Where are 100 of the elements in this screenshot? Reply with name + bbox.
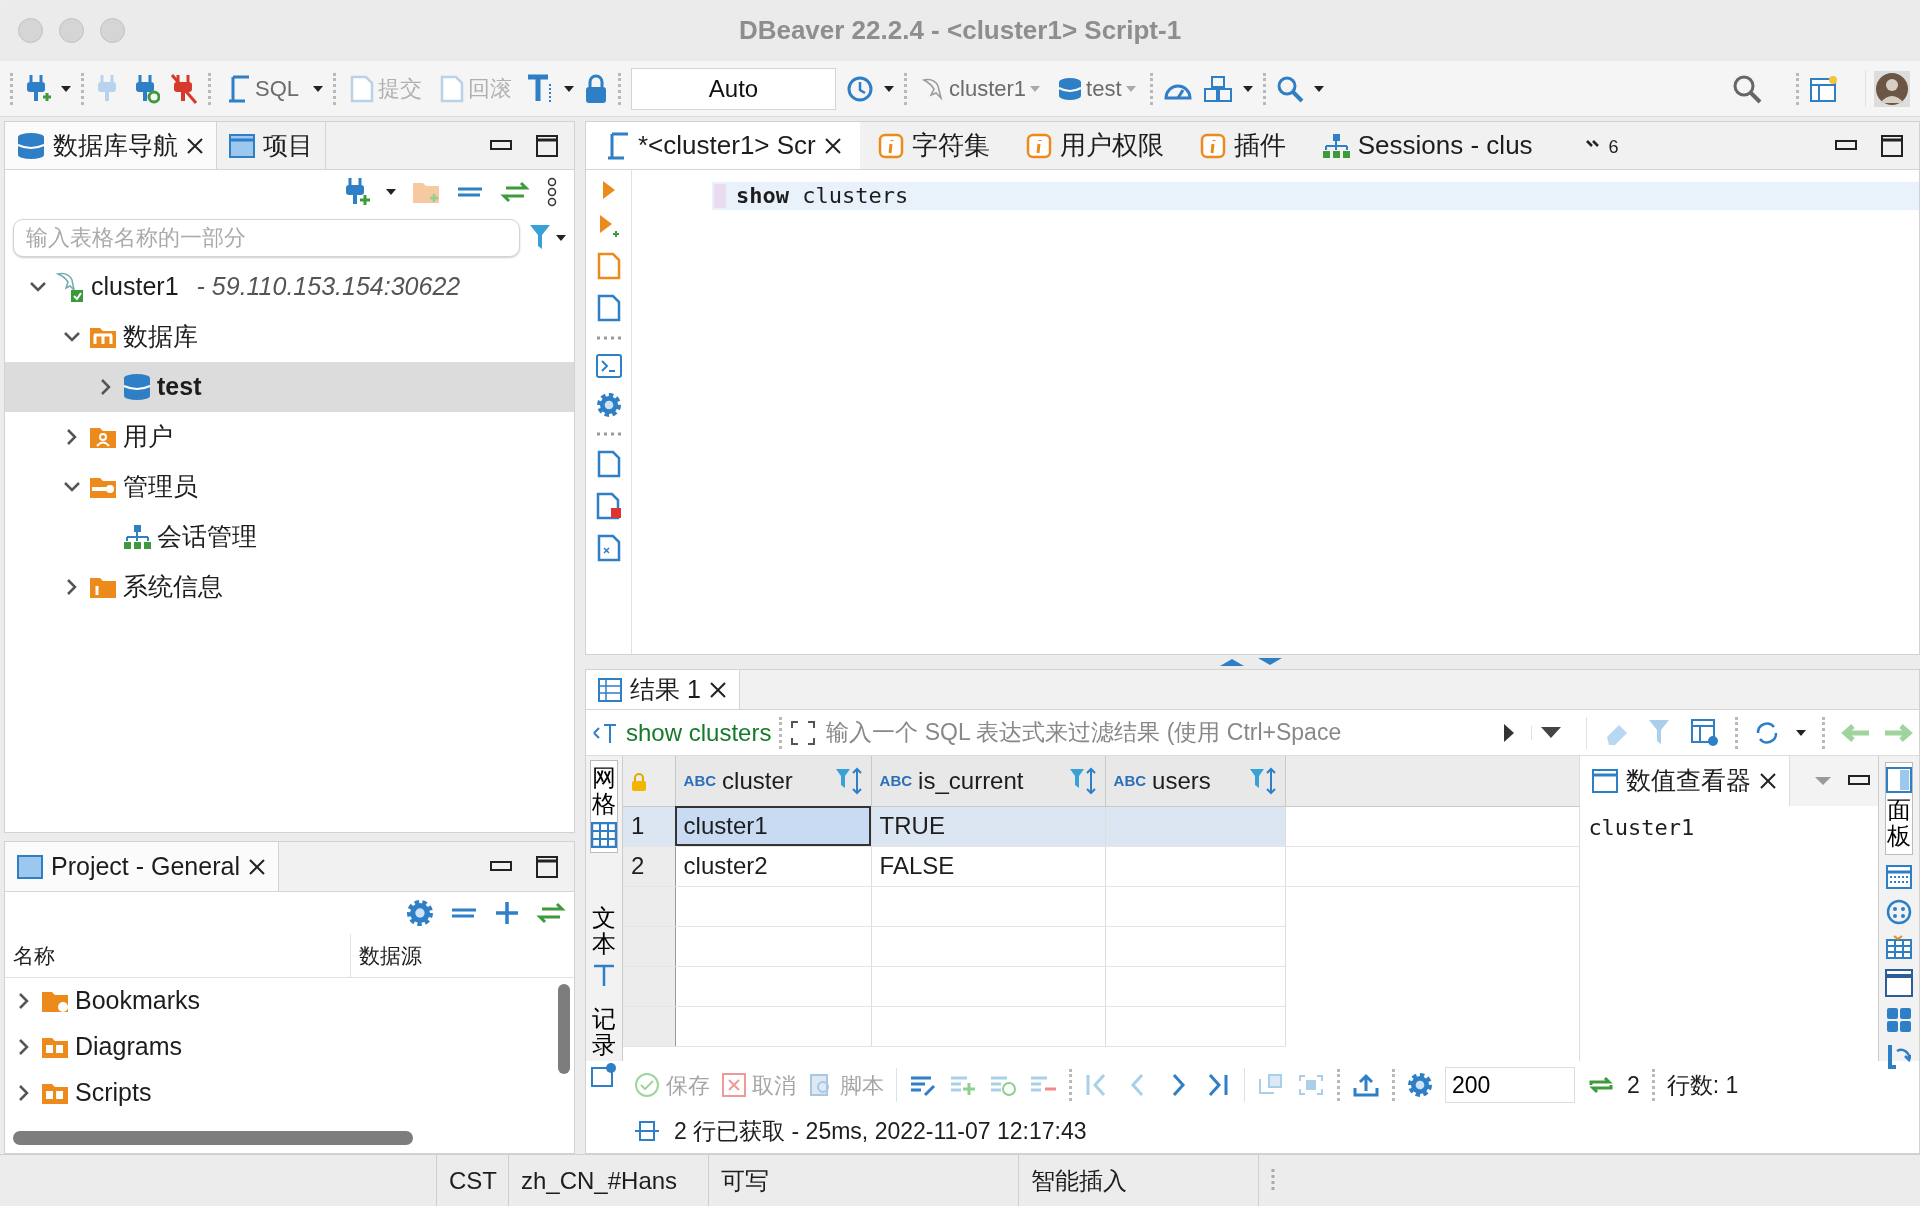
table-layout-icon[interactable] — [1809, 74, 1839, 103]
refresh-icon[interactable] — [1587, 1074, 1615, 1096]
panels-tab[interactable]: 面板 — [1885, 762, 1913, 855]
close-icon[interactable] — [247, 857, 266, 876]
column-header[interactable]: 名称 — [13, 939, 55, 972]
table-filter-field[interactable]: 输入表格名称的一部分 — [13, 219, 520, 257]
minimize-icon[interactable] — [1848, 775, 1870, 787]
variables-file-icon[interactable] — [596, 534, 621, 562]
disconnect-icon[interactable] — [170, 72, 198, 105]
chevron-right-icon[interactable] — [100, 378, 112, 396]
tree-item[interactable]: test — [5, 362, 574, 412]
caret-icon[interactable] — [386, 188, 396, 196]
chevron-down-icon[interactable] — [63, 481, 81, 493]
add-icon[interactable] — [494, 900, 520, 926]
minimize-icon[interactable] — [490, 860, 512, 873]
table-cell[interactable] — [1105, 846, 1286, 886]
connection-selector[interactable]: cluster1 — [917, 70, 1045, 107]
table-icon[interactable] — [1886, 934, 1912, 959]
scrollbar-thumb[interactable] — [558, 984, 570, 1074]
settings-icon[interactable] — [1407, 1072, 1433, 1098]
caret-icon[interactable] — [1242, 84, 1253, 93]
caret-icon[interactable] — [61, 84, 71, 93]
tree-item[interactable]: 数据库 — [5, 312, 574, 362]
execute-file-icon[interactable] — [596, 252, 621, 280]
tree-item[interactable]: cluster1 - 59.110.153.154:30622 — [5, 262, 574, 312]
minimize-icon[interactable] — [490, 139, 512, 152]
table-row[interactable]: 1 cluster1 TRUE — [623, 806, 1580, 846]
tree-item[interactable]: 用户 — [5, 412, 574, 462]
close-icon[interactable] — [708, 680, 727, 699]
run-icon[interactable] — [601, 180, 616, 200]
caret-icon[interactable] — [1796, 728, 1806, 737]
link-arrows-icon[interactable] — [500, 181, 530, 203]
view-tab[interactable]: 文本 — [592, 900, 617, 994]
tree-item[interactable]: Diagrams — [5, 1024, 554, 1070]
export-file-icon[interactable] — [596, 450, 621, 478]
settings-icon[interactable] — [406, 899, 434, 927]
chevron-right-icon[interactable] — [66, 428, 78, 446]
table-cell[interactable]: cluster2 — [675, 846, 872, 886]
run-script-icon[interactable] — [598, 214, 619, 238]
caret-icon[interactable] — [313, 84, 324, 93]
tree-item[interactable]: 会话管理 — [5, 512, 574, 562]
editor-tab[interactable]: *<cluster1> Scr — [586, 122, 860, 169]
chevron-down-icon[interactable] — [29, 281, 47, 293]
lock-icon[interactable] — [584, 73, 609, 104]
maximize-icon[interactable] — [536, 134, 558, 157]
results-tab[interactable]: 结果 1 — [586, 670, 740, 709]
tree-item[interactable]: 管理员 — [5, 462, 574, 512]
scrollbar-thumb[interactable] — [13, 1131, 413, 1145]
chevron-right-icon[interactable] — [18, 992, 30, 1010]
column-header[interactable]: 数据源 — [358, 939, 422, 972]
more-icon[interactable] — [546, 177, 558, 207]
maximize-icon[interactable] — [536, 855, 558, 878]
value-panel-icon[interactable] — [1885, 968, 1913, 997]
navigator-tab[interactable]: 数据库导航 — [5, 122, 217, 169]
settings-icon[interactable] — [595, 392, 622, 418]
error-file-icon[interactable] — [595, 492, 622, 520]
chevron-right-icon[interactable] — [18, 1038, 30, 1056]
value-viewer-tab[interactable]: 数值查看器 — [1580, 756, 1791, 806]
transaction-mode-field[interactable]: Auto — [631, 67, 837, 110]
filter-sort-icon[interactable] — [834, 766, 863, 795]
calendar-grid-icon[interactable] — [1886, 864, 1912, 889]
explain-icon[interactable] — [596, 294, 621, 322]
play-icon[interactable] — [1503, 722, 1515, 743]
minimize-icon[interactable] — [1835, 139, 1857, 152]
database-selector[interactable]: test — [1054, 70, 1140, 107]
terminal-icon[interactable] — [595, 354, 622, 378]
boxes-icon[interactable] — [1202, 74, 1233, 103]
search-icon[interactable] — [1732, 73, 1762, 104]
import-icon[interactable] — [1887, 1042, 1911, 1069]
link-arrows-icon[interactable] — [536, 902, 566, 924]
view-tab[interactable]: 网格 — [590, 760, 619, 853]
export-icon[interactable] — [1352, 1073, 1380, 1097]
collapse-icon[interactable] — [456, 185, 484, 199]
circle-dots-icon[interactable] — [1886, 898, 1912, 925]
query-label[interactable]: show clusters — [626, 714, 772, 751]
tree-item[interactable]: 系统信息 — [5, 562, 574, 612]
caret-icon[interactable] — [564, 84, 575, 93]
close-icon[interactable] — [823, 136, 842, 155]
tree-item[interactable]: Bookmarks — [5, 978, 554, 1024]
filter-sort-icon[interactable] — [1248, 766, 1277, 795]
avatar-icon[interactable] — [1874, 70, 1910, 107]
close-icon[interactable] — [186, 136, 204, 155]
table-cell[interactable]: cluster1 — [675, 806, 872, 846]
caret-icon[interactable] — [1313, 84, 1324, 93]
view-tab[interactable]: 记录 — [591, 1001, 618, 1093]
chevron-right-icon[interactable] — [18, 1084, 30, 1102]
caret-icon[interactable] — [556, 234, 566, 242]
sql-editor-button[interactable]: SQL — [221, 70, 304, 107]
search-icon[interactable] — [1275, 74, 1304, 103]
fetch-size-field[interactable]: 200 — [1445, 1067, 1575, 1103]
table-cell[interactable] — [1105, 806, 1286, 846]
tree-item[interactable]: Scripts — [5, 1070, 554, 1116]
expand-icon[interactable] — [790, 719, 817, 746]
chevron-right-icon[interactable] — [66, 578, 78, 596]
caret-icon[interactable] — [1540, 725, 1562, 740]
maximize-icon[interactable] — [1881, 134, 1903, 157]
refresh-icon[interactable] — [1754, 719, 1780, 746]
filter-sort-icon[interactable] — [1068, 766, 1097, 795]
history-icon[interactable] — [846, 74, 875, 103]
collapse-icon[interactable] — [450, 906, 478, 920]
